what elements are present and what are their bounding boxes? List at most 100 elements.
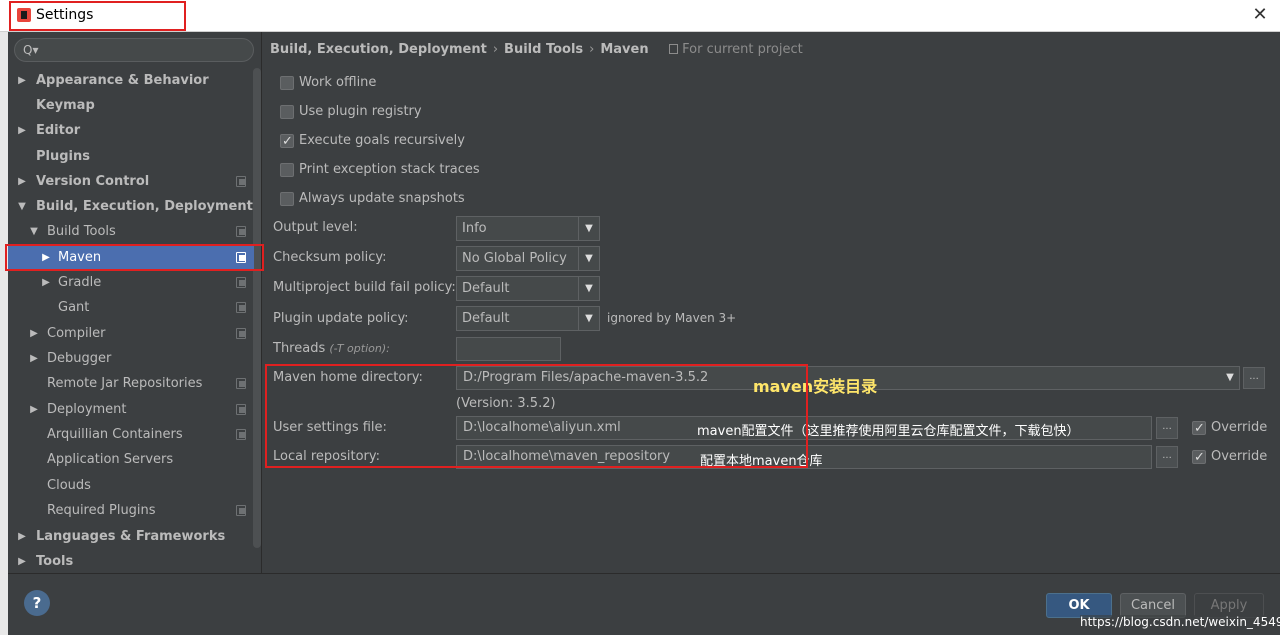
sidebar-item-languages-frameworks[interactable]: ▶ Languages & Frameworks — [8, 524, 244, 549]
expand-arrow-icon: ▶ — [30, 328, 38, 339]
maven-home-label: Maven home directory: — [273, 370, 423, 385]
title-bar: Settings ✕ — [0, 0, 1280, 32]
sidebar-item-label: Keymap — [36, 98, 95, 113]
dropdown-arrow-icon[interactable]: ▼ — [578, 277, 599, 300]
sidebar-item-debugger[interactable]: ▶ Debugger — [8, 346, 244, 371]
sidebar-item-label: Build, Execution, Deployment — [36, 199, 253, 214]
local-repository-label: Local repository: — [273, 449, 380, 464]
sidebar-item-plugins[interactable]: Plugins — [8, 144, 244, 169]
output-level-label: Output level: — [273, 220, 358, 235]
project-scope-icon — [236, 226, 246, 237]
breadcrumb-part[interactable]: Build Tools — [504, 42, 583, 57]
project-scope-icon — [669, 44, 679, 54]
sidebar-item-arquillian-containers[interactable]: Arquillian Containers — [8, 422, 254, 447]
collapse-arrow-icon: ▼ — [18, 201, 26, 212]
project-scope-icon — [236, 176, 246, 187]
breadcrumb-part[interactable]: Build, Execution, Deployment — [270, 42, 487, 57]
checksum-policy-select[interactable]: No Global Policy ▼ — [456, 246, 600, 271]
checkbox-label: Override — [1211, 420, 1268, 435]
checkbox-box[interactable] — [280, 163, 294, 177]
sidebar-item-version-control[interactable]: ▶ Version Control — [8, 169, 254, 194]
settings-search-input[interactable]: Q▾ — [14, 38, 254, 62]
threads-hint: (-T option): — [329, 342, 390, 355]
breadcrumb-part: Maven — [600, 42, 649, 57]
sidebar-item-deployment[interactable]: ▶ Deployment — [8, 397, 254, 422]
select-value: Default — [462, 311, 510, 326]
sidebar-item-label: Languages & Frameworks — [36, 529, 226, 544]
breadcrumb-separator: › — [589, 42, 595, 57]
watermark-text: https://blog.csdn.net/weixin_45496190 — [1080, 615, 1280, 629]
sidebar-item-editor[interactable]: ▶ Editor — [8, 118, 244, 143]
sidebar-item-clouds[interactable]: Clouds — [8, 473, 244, 498]
sidebar-item-application-servers[interactable]: Application Servers — [8, 447, 244, 472]
browse-local-repository-button[interactable]: ... — [1156, 446, 1178, 468]
checkbox-box-checked[interactable] — [280, 132, 294, 152]
threads-label-text: Threads — [273, 341, 326, 356]
sidebar-item-label: Gradle — [58, 275, 102, 290]
checkbox-label: Override — [1211, 449, 1268, 464]
help-icon[interactable]: ? — [24, 590, 50, 616]
threads-label: Threads (-T option): — [273, 341, 390, 356]
sidebar-item-gradle[interactable]: ▶ Gradle — [8, 270, 254, 295]
scope-indicator: For current project — [669, 42, 803, 57]
sidebar-item-required-plugins[interactable]: Required Plugins — [8, 498, 254, 523]
threads-input[interactable] — [456, 337, 561, 361]
collapse-arrow-icon: ▼ — [30, 226, 38, 237]
sidebar-item-build-execution-deployment[interactable]: ▼ Build, Execution, Deployment — [8, 194, 253, 219]
maven3-ignored-note: ignored by Maven 3+ — [607, 311, 737, 325]
breadcrumb-separator: › — [492, 42, 499, 57]
sidebar-item-appearance-behavior[interactable]: ▶ Appearance & Behavior — [8, 68, 244, 93]
output-level-select[interactable]: Info ▼ — [456, 216, 600, 241]
checkbox-label: Execute goals recursively — [299, 133, 465, 148]
sidebar-item-keymap[interactable]: Keymap — [8, 93, 244, 118]
close-icon[interactable]: ✕ — [1250, 4, 1270, 26]
sidebar-scrollbar[interactable] — [253, 68, 261, 548]
settings-sidebar: Q▾ ▶ Appearance & Behavior Keymap ▶ Edit… — [8, 32, 262, 573]
dropdown-arrow-icon[interactable]: ▼ — [578, 217, 599, 240]
browse-maven-home-button[interactable]: ... — [1243, 367, 1265, 389]
checksum-policy-label: Checksum policy: — [273, 250, 387, 265]
sidebar-item-compiler[interactable]: ▶ Compiler — [8, 321, 254, 346]
expand-arrow-icon: ▶ — [18, 176, 26, 187]
project-scope-icon — [236, 429, 246, 440]
sidebar-item-maven[interactable]: ▶ Maven — [8, 245, 254, 270]
input-value: D:/Program Files/apache-maven-3.5.2 — [463, 370, 709, 385]
project-scope-icon — [236, 328, 246, 339]
expand-arrow-icon: ▶ — [18, 125, 26, 136]
sidebar-item-tools[interactable]: ▶ Tools — [8, 549, 244, 574]
sidebar-item-label: Plugins — [36, 149, 90, 164]
checkbox-box[interactable] — [280, 192, 294, 206]
dropdown-arrow-icon[interactable]: ▼ — [1221, 367, 1239, 389]
checkbox-box-checked[interactable] — [1192, 448, 1206, 468]
annotation-local-repo: 配置本地maven仓库 — [700, 454, 823, 469]
intellij-app-icon — [17, 8, 31, 22]
sidebar-item-gant[interactable]: Gant — [8, 295, 254, 320]
plugin-update-policy-label: Plugin update policy: — [273, 311, 409, 326]
user-settings-label: User settings file: — [273, 420, 387, 435]
sidebar-item-label: Version Control — [36, 174, 150, 189]
maven-version-label: (Version: 3.5.2) — [456, 396, 556, 411]
checkbox-box[interactable] — [280, 76, 294, 90]
browse-user-settings-button[interactable]: ... — [1156, 417, 1178, 439]
checkbox-box-checked[interactable] — [1192, 419, 1206, 439]
sidebar-item-label: Debugger — [47, 351, 112, 366]
checkbox-label: Work offline — [299, 75, 377, 90]
expand-arrow-icon: ▶ — [30, 404, 38, 415]
project-scope-icon — [236, 277, 246, 288]
scope-label: For current project — [682, 42, 803, 57]
expand-arrow-icon: ▶ — [18, 75, 26, 86]
checkbox-box[interactable] — [280, 105, 294, 119]
annotation-user-settings: maven配置文件（这里推荐使用阿里云仓库配置文件，下载包快） — [697, 424, 1080, 439]
sidebar-item-label: Remote Jar Repositories — [47, 376, 203, 391]
checkbox-label: Print exception stack traces — [299, 162, 480, 177]
sidebar-item-label: Deployment — [47, 402, 127, 417]
plugin-update-policy-select[interactable]: Default ▼ — [456, 306, 600, 331]
sidebar-item-remote-jar-repositories[interactable]: Remote Jar Repositories — [8, 371, 254, 396]
dropdown-arrow-icon[interactable]: ▼ — [578, 307, 599, 330]
sidebar-item-build-tools[interactable]: ▼ Build Tools — [8, 219, 254, 244]
sidebar-item-label: Compiler — [47, 326, 106, 341]
multiproject-fail-policy-select[interactable]: Default ▼ — [456, 276, 600, 301]
dropdown-arrow-icon[interactable]: ▼ — [578, 247, 599, 270]
project-scope-icon — [236, 505, 246, 516]
expand-arrow-icon: ▶ — [18, 531, 26, 542]
